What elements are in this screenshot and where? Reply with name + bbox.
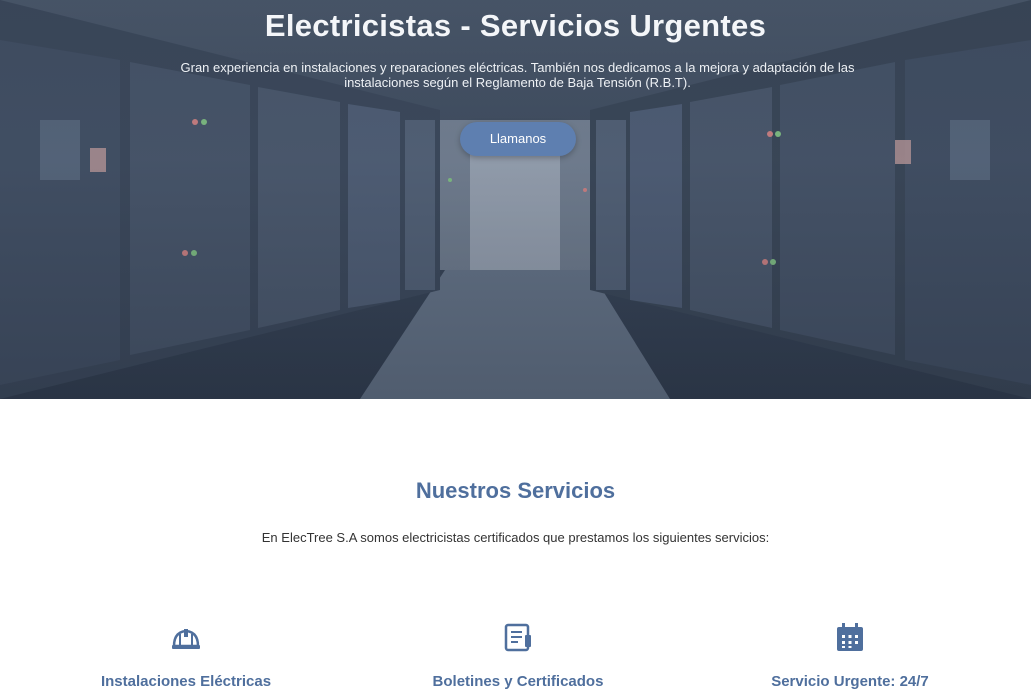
service-label: Instalaciones Eléctricas — [100, 673, 272, 690]
service-label: Boletines y Certificados — [432, 673, 604, 690]
service-card-boletines: Boletines y Certificados — [353, 620, 683, 690]
services-title: Nuestros Servicios — [415, 478, 616, 503]
hero-title: Electricistas - Servicios Urgentes — [264, 8, 767, 43]
services-description: En ElecTree S.A somos electricistas cert… — [261, 530, 770, 545]
calendar-icon — [833, 620, 867, 654]
service-label: Servicio Urgente: 24/7 — [771, 673, 929, 690]
service-card-instalaciones: Instalaciones Eléctricas — [21, 620, 351, 690]
hard-hat-icon — [169, 620, 203, 654]
document-icon — [501, 620, 535, 654]
hero-section: Electricistas - Servicios Urgentes Gran … — [0, 0, 1031, 399]
call-us-button[interactable]: Llamanos — [460, 122, 576, 156]
service-card-urgente: Servicio Urgente: 24/7 — [685, 620, 1015, 690]
hero-subtitle: Gran experiencia en instalaciones y repa… — [180, 60, 855, 90]
